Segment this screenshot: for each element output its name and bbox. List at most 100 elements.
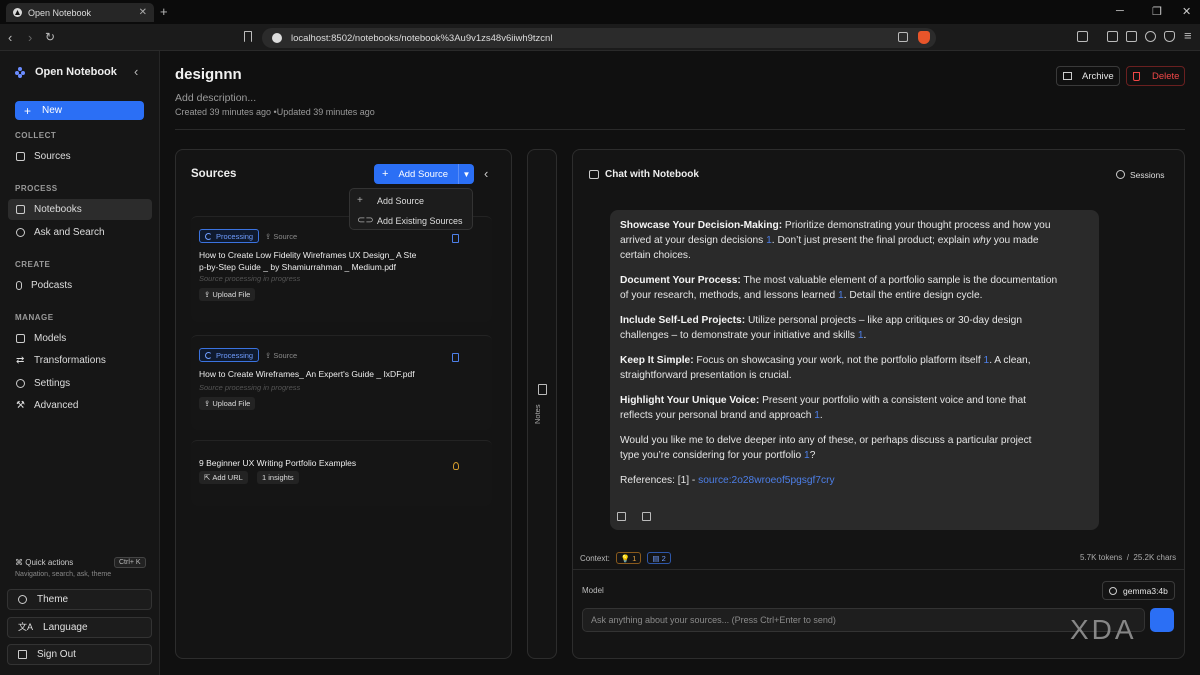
bookmark-icon[interactable] [244,31,252,42]
insights-count-chip[interactable]: 💡 1 [615,552,642,564]
reader-icon[interactable] [1077,31,1088,42]
plus-icon: + [24,103,32,118]
sidebar-item-notebooks[interactable]: Notebooks [8,199,152,220]
add-source-label: Add Source [398,168,449,180]
processing-note: Source processing in progress [199,274,301,283]
sidebar-item-advanced[interactable]: ⚒ Advanced [8,395,152,416]
message-paragraph: Highlight Your Unique Voice: Present you… [620,395,1026,421]
model-selector[interactable]: gemma3:4b [1102,581,1175,600]
reload-icon[interactable]: ↻ [45,30,55,44]
language-label: Language [43,622,88,633]
add-url-button[interactable]: ⇱ Add URL [199,471,248,484]
menu-item-add-source[interactable]: + Add Source [357,195,424,206]
app-name: Open Notebook [35,66,117,78]
theme-label: Theme [37,594,69,605]
search-icon [16,228,25,237]
quick-actions-hint: Navigation, search, ask, theme [15,571,112,578]
sidebar-item-podcasts[interactable]: Podcasts [8,275,152,296]
notes-rail[interactable] [527,149,557,659]
brave-shield-icon[interactable] [918,31,930,44]
new-tab-icon[interactable]: + [160,4,168,19]
leo-ai-icon[interactable] [1145,31,1156,42]
moon-icon [18,595,27,604]
theme-button[interactable]: Theme [7,589,152,610]
sidebar-item-label: Advanced [34,400,79,411]
source-title-line1: How to Create Wireframes_ An Expert's Gu… [199,369,415,379]
maximize-icon[interactable]: ❐ [1152,5,1162,18]
language-button[interactable]: 文A Language [7,617,152,638]
url-text: localhost:8502/notebooks/notebook%3Au9v1… [291,32,553,44]
trash-icon [1133,71,1140,81]
archive-button[interactable]: Archive [1056,66,1120,86]
sidebar-item-label: Sources [34,151,71,162]
add-source-button[interactable]: + Add Source ▼ [374,164,474,184]
delete-button[interactable]: Delete [1126,66,1185,86]
new-button-label: New [42,105,63,116]
collapse-sidebar-icon[interactable]: ‹ [134,64,138,79]
sources-count-chip[interactable]: ▤ 2 [647,552,671,564]
reference-link[interactable]: source:2o28wroeof5pgsgf7cry [698,475,834,486]
message-paragraph: Keep It Simple: Focus on showcasing your… [620,355,1031,381]
section-process: PROCESS [15,184,58,193]
source-title-line2: p-by-Step Guide _ by Shamiurrahman _ Med… [199,262,397,272]
close-window-icon[interactable]: ✕ [1182,5,1191,18]
site-info-icon[interactable] [272,33,282,43]
chat-input[interactable]: Ask anything about your sources... (Pres… [582,608,1145,632]
back-icon[interactable]: ‹ [8,30,12,45]
quick-actions[interactable]: ⌘ Quick actions Navigation, search, ask,… [15,558,111,578]
archive-icon [1063,72,1072,80]
sidebar-item-transformations[interactable]: ⇄ Transformations [8,350,152,371]
sidebar-toggle-icon[interactable] [1107,31,1118,42]
message-paragraph: Include Self-Led Projects: Utilize perso… [620,315,1023,341]
notes-icon [538,384,547,395]
notebook-description[interactable]: Add description... [175,92,256,104]
share-icon[interactable] [898,32,908,42]
insights-badge[interactable]: 1 insights [257,471,299,484]
link-icon: ⊂⊃ [357,215,374,226]
forward-icon[interactable]: › [28,30,32,45]
copy-icon[interactable] [642,512,651,521]
send-button[interactable] [1150,608,1174,632]
chevron-down-icon[interactable]: ▼ [458,164,474,184]
spinner-icon [205,351,212,359]
browser-tab-bar [0,0,1200,24]
notebook-meta: Created 39 minutes ago •Updated 39 minut… [175,107,375,117]
menu-item-add-existing[interactable]: ⊂⊃ Add Existing Sources [357,215,463,226]
archive-label: Archive [1082,70,1114,82]
upload-file-button[interactable]: ⇪ Upload File [199,288,256,301]
wrench-icon: ⚒ [16,400,25,411]
source-title-line1: How to Create Low Fidelity Wireframes UX… [199,250,417,260]
status-badge: Processing [199,348,260,362]
sidebar-item-settings[interactable]: Settings [8,373,152,394]
sidebar-item-models[interactable]: Models [8,328,152,349]
sidebar-item-ask[interactable]: Ask and Search [8,222,152,243]
address-bar[interactable]: localhost:8502/notebooks/notebook%3Au9v1… [262,28,936,48]
collapse-sources-icon[interactable]: ‹ [484,166,488,181]
browser-tab[interactable]: Open Notebook ✕ [6,3,154,22]
source-title-line1: 9 Beginner UX Writing Portfolio Examples [199,458,357,468]
wallet-icon[interactable] [1126,31,1137,42]
sidebar-item-sources[interactable]: Sources [8,146,152,167]
vpn-icon[interactable] [1164,31,1175,42]
menu-icon[interactable]: ≡ [1184,28,1192,43]
spinner-icon [205,232,212,240]
new-button[interactable]: + New [15,101,144,120]
notebook-title[interactable]: designnn [175,66,242,83]
source-type-label: ⇪ Source [265,351,298,360]
upload-file-button[interactable]: ⇪ Upload File [199,397,256,410]
sidebar-item-label: Transformations [34,355,106,366]
sign-out-button[interactable]: Sign Out [7,644,152,665]
minimize-icon[interactable]: ─ [1116,5,1124,17]
notebook-icon [16,205,25,214]
plus-icon: + [357,195,363,206]
save-note-icon[interactable] [617,512,626,521]
sessions-button[interactable]: Sessions [1130,170,1165,180]
context-label: Context: [580,553,610,563]
bot-icon [589,170,599,179]
close-tab-icon[interactable]: ✕ [139,7,147,18]
chat-title: Chat with Notebook [605,169,699,180]
cube-icon [16,334,25,343]
file-icon [16,152,25,161]
lightbulb-icon [453,462,459,470]
document-icon [452,234,459,243]
